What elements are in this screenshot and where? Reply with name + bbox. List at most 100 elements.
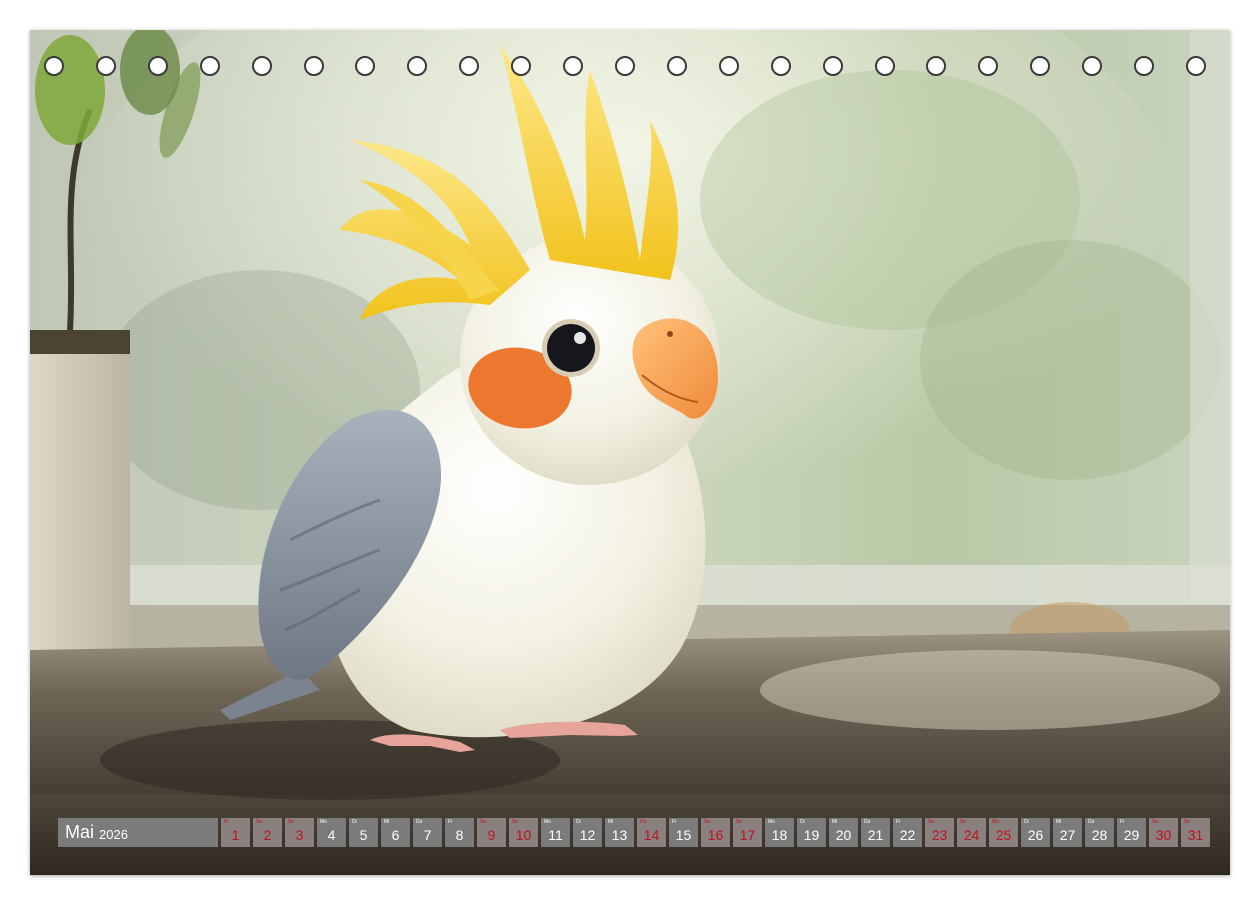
day-weekday: Do [416,819,423,825]
day-cell: Mi 13 [605,818,634,847]
day-cell: Mo 18 [765,818,794,847]
day-number: 21 [867,827,884,843]
day-weekday: Sa [928,819,935,825]
day-weekday: So [736,819,743,825]
day-cell: Mi 27 [1053,818,1082,847]
day-cell: So 31 [1181,818,1210,847]
day-cell: Di 19 [797,818,826,847]
day-weekday: So [288,819,295,825]
day-number: 16 [707,827,724,843]
binding-hole [615,56,635,76]
day-weekday: Fr [224,819,229,825]
binding-hole [770,56,791,76]
day-cell: Fr 15 [669,818,698,847]
day-number: 23 [931,827,948,843]
binding-hole [199,56,220,76]
day-cell: Di 12 [573,818,602,847]
day-weekday: Do [1088,819,1095,825]
binding-hole [563,56,584,76]
day-weekday: Sa [480,819,487,825]
day-cell: Mo 25 [989,818,1018,847]
binding-hole [1134,56,1155,76]
day-number: 7 [423,827,432,843]
day-weekday: Sa [256,819,263,825]
day-weekday: Mo [544,819,551,825]
day-weekday: Do [864,819,871,825]
binding-hole [1030,56,1051,76]
day-weekday: Di [576,819,581,825]
day-number: 11 [548,827,563,843]
cockatiel-photo [30,30,1230,875]
month-name: Mai [65,822,95,842]
day-weekday: Fr [448,819,453,825]
day-cell: So 17 [733,818,762,847]
day-number: 18 [771,827,788,843]
binding-hole [95,56,116,76]
day-weekday: Mi [832,819,838,825]
day-weekday: So [512,819,519,825]
day-weekday: Mi [608,819,614,825]
day-number: 12 [579,827,596,843]
binding-hole [251,56,272,76]
day-weekday: Sa [1152,819,1159,825]
binding-hole [874,56,895,76]
day-weekday: Do [640,819,647,825]
day-number: 2 [263,827,272,843]
binding-hole [978,56,999,76]
day-number: 20 [835,827,852,843]
day-weekday: So [960,819,967,825]
day-cell: Sa 16 [701,818,730,847]
day-cell: Fr 29 [1117,818,1146,847]
month-label: Mai 2026 [58,818,218,847]
day-weekday: Mo [768,819,775,825]
day-number: 28 [1091,827,1108,843]
day-number: 19 [803,827,820,843]
binding-hole [459,56,480,76]
day-cell: Di 26 [1021,818,1050,847]
day-number: 17 [739,827,756,843]
day-cell: Fr 1 [221,818,250,847]
day-cell: Sa 9 [477,818,506,847]
day-cell: So 3 [285,818,314,847]
day-number: 14 [643,827,660,843]
binding-hole [44,56,64,76]
binding-hole [407,56,428,76]
day-number: 27 [1059,827,1076,843]
day-cell: Di 5 [349,818,378,847]
day-cell: So 10 [509,818,538,847]
day-number: 15 [675,827,692,843]
day-number: 22 [899,827,916,843]
day-cell: Mi 6 [381,818,410,847]
day-cell: Do 21 [861,818,890,847]
day-weekday: Fr [896,819,901,825]
day-weekday: So [1184,819,1191,825]
binding-hole [822,56,843,76]
day-number: 1 [231,827,240,843]
day-weekday: Mi [1056,819,1062,825]
day-cell: So 24 [957,818,986,847]
calendar-strip: Mai 2026 Fr 1 Sa 2 So 3 Mo 4 Di 5 Mi 6 Do 7 Fr 8 Sa 9 So 10… [58,818,1210,847]
day-number: 5 [359,827,368,843]
binding-hole [303,56,324,76]
day-number: 10 [515,827,532,843]
day-weekday: Mo [320,819,327,825]
day-number: 9 [487,827,496,843]
day-number: 13 [611,827,628,843]
day-cell: Do 14 [637,818,666,847]
day-weekday: Sa [704,819,711,825]
day-cell: Do 7 [413,818,442,847]
day-number: 4 [327,827,336,843]
day-number: 6 [391,827,400,843]
month-year: 2026 [99,826,128,842]
day-number: 24 [963,827,980,843]
day-cell: Sa 2 [253,818,282,847]
day-cell: Mo 11 [541,818,570,847]
binding-hole [1186,56,1206,76]
day-cell: Sa 23 [925,818,954,847]
day-number: 8 [455,827,464,843]
day-number: 26 [1027,827,1044,843]
day-cell: Do 28 [1085,818,1114,847]
day-weekday: Di [1024,819,1029,825]
binding-hole [355,56,376,76]
binding-hole [926,56,947,76]
